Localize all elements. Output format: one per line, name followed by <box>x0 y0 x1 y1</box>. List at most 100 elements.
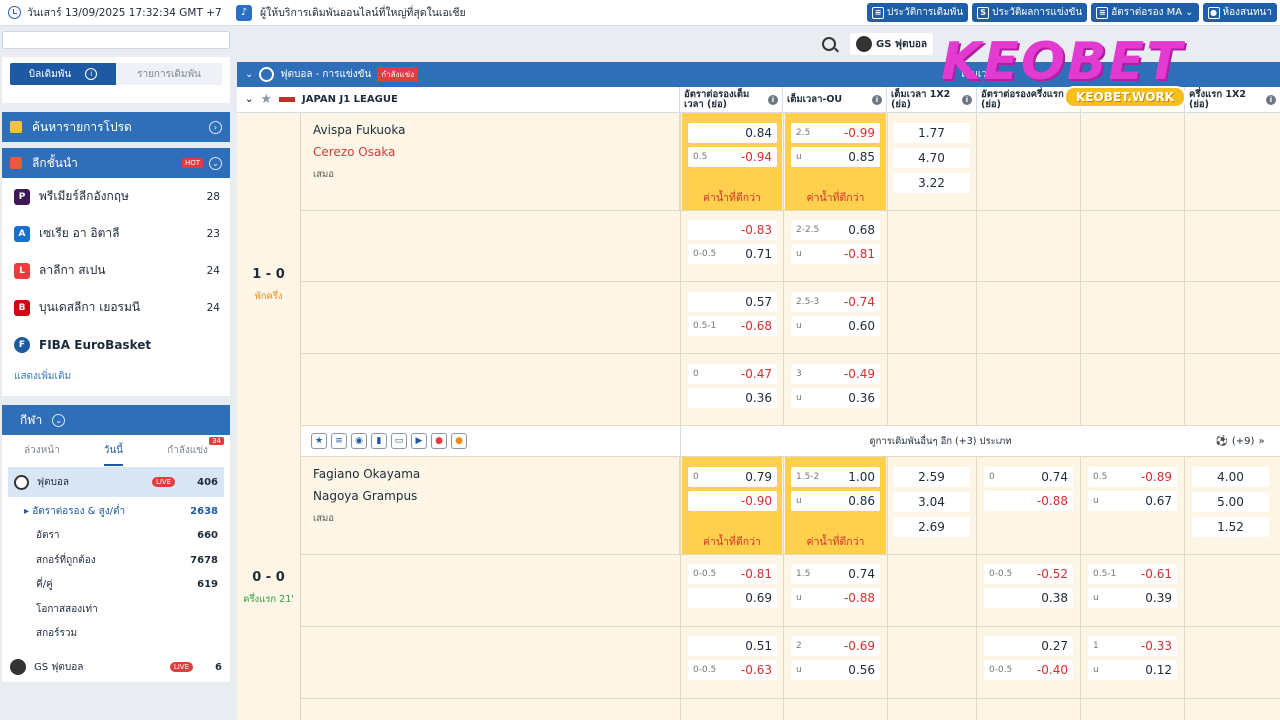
sidebar-sub-correct-score[interactable]: สกอร์ที่ถูกต้อง 7678 <box>2 548 230 573</box>
odds-cell[interactable]: 2.5 -0.99 <box>791 123 880 143</box>
odds-cell[interactable]: u 0.67 <box>1088 491 1177 511</box>
tab-bet-list[interactable]: รายการเดิมพัน <box>116 63 222 85</box>
sidebar-item-premier-league[interactable]: P พรีเมียร์ลีกอังกฤษ 28 <box>2 178 230 215</box>
odds-cell[interactable]: u -0.81 <box>791 244 880 264</box>
odds-cell[interactable]: 0.5 -0.89 <box>1088 467 1177 487</box>
sidebar-item-fiba-eurobasket[interactable]: F FIBA EuroBasket <box>2 326 230 363</box>
eye-icon[interactable]: ◉ <box>351 433 367 449</box>
odds-cell[interactable]: u 0.86 <box>791 491 880 511</box>
odds-1x2-cell[interactable]: 1.52 <box>1192 517 1269 537</box>
info-icon[interactable]: i <box>872 94 882 105</box>
sidebar-item-serie-a[interactable]: A เซเรีย อา อิตาลี 23 <box>2 215 230 252</box>
odds-cell[interactable]: 0.84 <box>688 123 777 143</box>
odds-cell[interactable]: 0.38 <box>984 588 1073 608</box>
odds-1x2-cell[interactable]: 3.22 <box>893 173 970 193</box>
odds-cell[interactable]: 0.36 <box>688 388 777 408</box>
odds-cell[interactable]: 0-0.5 -0.40 <box>984 660 1073 680</box>
fire-icon[interactable]: ● <box>431 433 447 449</box>
sidebar-item-la-liga[interactable]: L ลาลีกา สเปน 24 <box>2 252 230 289</box>
odds-cell[interactable]: u 0.60 <box>791 316 880 336</box>
sidebar-sub-handicap[interactable]: ▸ อัตราต่อรอง & สูง/ต่ำ 2638 <box>2 499 230 524</box>
odds-type-select[interactable]: ≡ อัตราต่อรอง MA ⌄ <box>1091 3 1199 22</box>
odds-cell[interactable]: 1.5-2 1.00 <box>791 467 880 487</box>
odds-cell[interactable]: -0.83 <box>688 220 777 240</box>
tab-live[interactable]: กำลังแข่ง <box>167 443 208 458</box>
odds-cell[interactable]: 3 -0.49 <box>791 364 880 384</box>
odds-cell[interactable]: -0.90 <box>688 491 777 511</box>
odds-cell[interactable]: 0-0.5 -0.52 <box>984 564 1073 584</box>
bet-history-button[interactable]: ≡ ประวัติการเดิมพัน <box>866 3 969 22</box>
search-icon[interactable] <box>822 37 836 51</box>
odds-cell[interactable]: 0.69 <box>688 588 777 608</box>
sports-header[interactable]: กีฬา ⌄ <box>2 405 230 435</box>
show-more-link[interactable]: แสดงเพิ่มเติม <box>2 363 230 388</box>
odds-cell[interactable]: u 0.36 <box>791 388 880 408</box>
gs-football-filter[interactable]: GS ฟุตบอล <box>850 33 933 55</box>
sidebar-item-football[interactable]: ฟุตบอล LIVE 406 <box>8 467 224 497</box>
odds-cell[interactable]: 0.51 <box>688 636 777 656</box>
stats-icon[interactable]: ▮ <box>371 433 387 449</box>
odds-cell[interactable]: 0.5-1 -0.68 <box>688 316 777 336</box>
chevron-down-icon[interactable]: ⌄ <box>245 94 253 105</box>
odds-cell[interactable]: u 0.39 <box>1088 588 1177 608</box>
odds-cell[interactable]: 0.5-1 -0.61 <box>1088 564 1177 584</box>
sidebar-search-input[interactable] <box>2 31 230 49</box>
odds-cell[interactable]: 2 -0.69 <box>791 636 880 656</box>
more-bets-link[interactable]: ดูการเดิมพันอื่นๆ อีก (+3) ประเภท <box>680 425 1200 457</box>
results-history-button[interactable]: S ประวัติผลการแข่งขัน <box>972 3 1088 22</box>
odds-cell[interactable]: 0 0.79 <box>688 467 777 487</box>
favorite-icon[interactable]: ★ <box>311 433 327 449</box>
chevron-down-icon[interactable]: ⌄ <box>245 69 253 80</box>
odds-1x2-cell[interactable]: 4.00 <box>1192 467 1269 487</box>
play-icon[interactable]: ▶ <box>411 433 427 449</box>
info-icon[interactable]: i <box>1266 94 1276 105</box>
odds-cell[interactable]: 0.57 <box>688 292 777 312</box>
odds-cell[interactable]: 0.5 -0.94 <box>688 147 777 167</box>
tab-bet-slip[interactable]: บิลเดิมพัน i <box>10 63 116 85</box>
sidebar-sub-double-chance[interactable]: โอกาสสองเท่า <box>2 597 230 622</box>
odds-cell[interactable]: u -0.88 <box>791 588 880 608</box>
odds-cell[interactable]: 1 -0.33 <box>1088 636 1177 656</box>
sidebar-item-bundesliga[interactable]: B บุนเดสลีกา เยอรมนี 24 <box>2 289 230 326</box>
odds-cell[interactable]: u 0.12 <box>1088 660 1177 680</box>
odds-cell[interactable]: 0-0.5 0.71 <box>688 244 777 264</box>
sidebar-sub-total-goals[interactable]: สกอร์รวม <box>2 622 230 647</box>
odds-1x2-cell[interactable]: 2.59 <box>893 467 970 487</box>
odds-1x2-cell[interactable]: 4.70 <box>893 148 970 168</box>
top-leagues-header[interactable]: ลีกชั้นนำ HOT ⌄ <box>2 148 230 178</box>
odds-1x2-cell[interactable]: 3.04 <box>893 492 970 512</box>
coin-icon[interactable]: ● <box>451 433 467 449</box>
field-icon[interactable]: ▭ <box>391 433 407 449</box>
odds-cell[interactable]: 1.5 0.74 <box>791 564 880 584</box>
tab-early[interactable]: ล่วงหน้า <box>24 443 60 458</box>
sidebar-sub-odds[interactable]: อัตรา 660 <box>2 524 230 549</box>
odds-cell[interactable]: 0-0.5 -0.63 <box>688 660 777 680</box>
tab-today[interactable]: วันนี้ <box>103 443 124 466</box>
sidebar-item-gs-football[interactable]: GS ฟุตบอล LIVE 6 <box>2 652 230 682</box>
chat-room-button[interactable]: ● ห้องสนทนา <box>1202 3 1277 22</box>
sidebar-sub-odd-even[interactable]: คี่/คู่ 619 <box>2 573 230 598</box>
handicap-line: u <box>1093 665 1099 675</box>
bet-tabs: บิลเดิมพัน i รายการเดิมพัน <box>2 57 230 103</box>
odds-cell[interactable]: 0-0.5 -0.81 <box>688 564 777 584</box>
odds-cell[interactable]: 0 0.74 <box>984 467 1073 487</box>
better-odds-label: ค่าน้ำที่ดีกว่า <box>806 536 865 548</box>
odds-value: 0.51 <box>745 639 772 653</box>
odds-cell[interactable]: 0 -0.47 <box>688 364 777 384</box>
handicap-line: u <box>796 393 802 403</box>
odds-1x2-cell[interactable]: 2.69 <box>893 517 970 537</box>
star-icon[interactable]: ★ <box>260 92 272 107</box>
more-markets-button[interactable]: ⚽ (+9)» <box>1200 436 1280 447</box>
favorites-header[interactable]: ค้นหารายการโปรด › <box>2 112 230 142</box>
odds-cell[interactable]: u 0.56 <box>791 660 880 680</box>
odds-1x2-cell[interactable]: 1.77 <box>893 123 970 143</box>
odds-1x2-cell[interactable]: 5.00 <box>1192 492 1269 512</box>
odds-cell[interactable]: 2-2.5 0.68 <box>791 220 880 240</box>
odds-cell[interactable]: u 0.85 <box>791 147 880 167</box>
database-icon[interactable]: ≡ <box>331 433 347 449</box>
odds-cell[interactable]: 2.5-3 -0.74 <box>791 292 880 312</box>
odds-cell[interactable]: -0.88 <box>984 491 1073 511</box>
info-icon[interactable]: i <box>768 94 778 105</box>
handicap-line: 2-2.5 <box>796 225 820 235</box>
odds-cell[interactable]: 0.27 <box>984 636 1073 656</box>
